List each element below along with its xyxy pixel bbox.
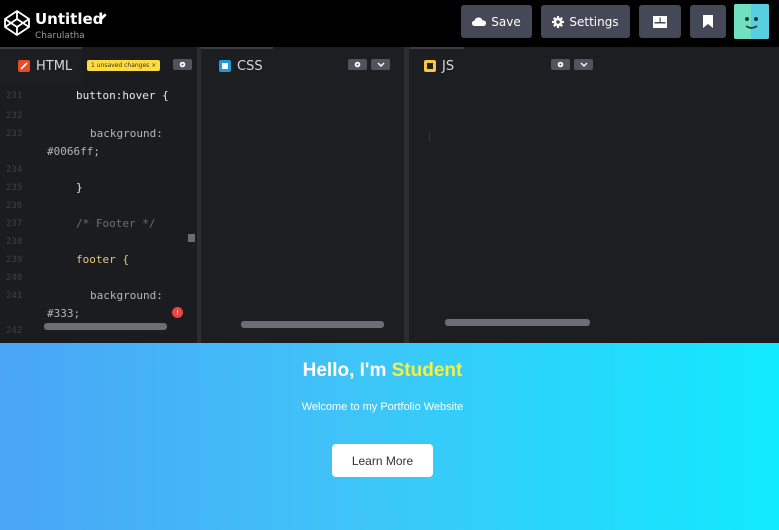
owner-name[interactable]: Charulatha	[35, 31, 85, 41]
code-line: background:	[90, 127, 163, 140]
hero-greeting: Hello, I'm	[302, 360, 392, 381]
cloud-icon	[472, 17, 487, 26]
settings-label: Settings	[569, 14, 619, 29]
resize-handle[interactable]	[188, 234, 195, 242]
preview-pane: Hello, I'm Student Welcome to my Portfol…	[0, 343, 779, 530]
error-indicator[interactable]: !	[172, 307, 183, 318]
layout-icon	[653, 15, 667, 28]
line-number: 235	[6, 183, 23, 193]
pin-button[interactable]	[690, 5, 726, 38]
user-avatar[interactable]	[734, 4, 769, 39]
pen-title[interactable]: Untitled	[35, 10, 103, 28]
code-line: }	[76, 181, 83, 194]
js-editor-pane[interactable]: JS	[410, 47, 779, 343]
tab-css[interactable]: CSS	[201, 47, 273, 83]
chevron-down-icon	[580, 62, 587, 67]
js-horizontal-scrollbar[interactable]	[445, 319, 590, 326]
hero-title: Hello, I'm Student	[0, 360, 765, 382]
avatar-face-icon	[734, 4, 769, 39]
line-number: 239	[6, 255, 23, 265]
gear-icon	[557, 61, 564, 68]
editor-area: HTML 1 unsaved changes × 231 button:hove…	[0, 47, 779, 343]
js-tab-label: JS	[442, 58, 455, 74]
code-line: footer {	[76, 253, 129, 266]
code-line: background:	[90, 289, 163, 302]
hero-subtitle: Welcome to my Portfolio Website	[301, 401, 464, 413]
line-number: 231	[6, 91, 23, 101]
js-pane-header: JS	[410, 47, 465, 83]
top-bar: Untitled Charulatha Save Settings	[0, 0, 779, 47]
css-editor-pane[interactable]: CSS	[201, 47, 404, 343]
learn-more-button[interactable]: Learn More	[332, 444, 433, 477]
css-pane-header: CSS	[201, 47, 273, 83]
js-collapse-button[interactable]	[574, 59, 593, 70]
gear-icon	[354, 61, 361, 68]
code-line: #333;	[47, 307, 81, 320]
line-number: 234	[6, 165, 23, 175]
html-editor-pane[interactable]: HTML 1 unsaved changes × 231 button:hove…	[0, 47, 197, 343]
css-horizontal-scrollbar[interactable]	[241, 321, 384, 328]
chevron-down-icon	[377, 62, 384, 67]
css-settings-button[interactable]	[348, 59, 367, 70]
gear-icon	[179, 61, 186, 68]
line-number: 240	[6, 273, 23, 283]
line-number: 241	[6, 291, 23, 301]
js-settings-button[interactable]	[551, 59, 570, 70]
hero-name: Student	[391, 360, 463, 381]
line-number: 236	[6, 201, 23, 211]
unsaved-changes-badge[interactable]: 1 unsaved changes ×	[87, 60, 161, 71]
html-horizontal-scrollbar[interactable]	[44, 323, 167, 330]
html-tab-label: HTML	[36, 58, 73, 74]
bookmark-icon	[703, 15, 713, 28]
code-line: #0066ff;	[47, 145, 100, 158]
codepen-logo-icon[interactable]	[3, 9, 31, 37]
pencil-icon[interactable]	[97, 12, 108, 23]
save-label: Save	[491, 14, 521, 29]
tab-html[interactable]: HTML	[0, 47, 83, 83]
html-tab-icon	[18, 60, 30, 72]
css-collapse-button[interactable]	[371, 59, 390, 70]
settings-button[interactable]: Settings	[541, 5, 630, 38]
html-pane-header: HTML	[0, 47, 83, 83]
code-line: /* Footer */	[76, 217, 156, 230]
line-number: 233	[6, 129, 23, 139]
line-number: 238	[6, 237, 23, 247]
pane-divider[interactable]	[404, 47, 409, 343]
text-cursor	[429, 133, 430, 141]
save-button[interactable]: Save	[461, 5, 532, 38]
line-number: 242	[6, 326, 23, 336]
js-tab-icon	[424, 60, 436, 72]
gear-icon	[552, 15, 565, 28]
css-tab-label: CSS	[237, 58, 263, 74]
layout-button[interactable]	[639, 5, 681, 38]
code-line: button:hover {	[76, 89, 169, 102]
html-code[interactable]: 231 button:hover { 232 233 background: #…	[0, 85, 197, 336]
css-tab-icon	[219, 60, 231, 72]
html-settings-button[interactable]	[173, 59, 192, 70]
line-number: 237	[6, 219, 23, 229]
tab-js[interactable]: JS	[410, 47, 465, 83]
line-number: 232	[6, 111, 23, 121]
